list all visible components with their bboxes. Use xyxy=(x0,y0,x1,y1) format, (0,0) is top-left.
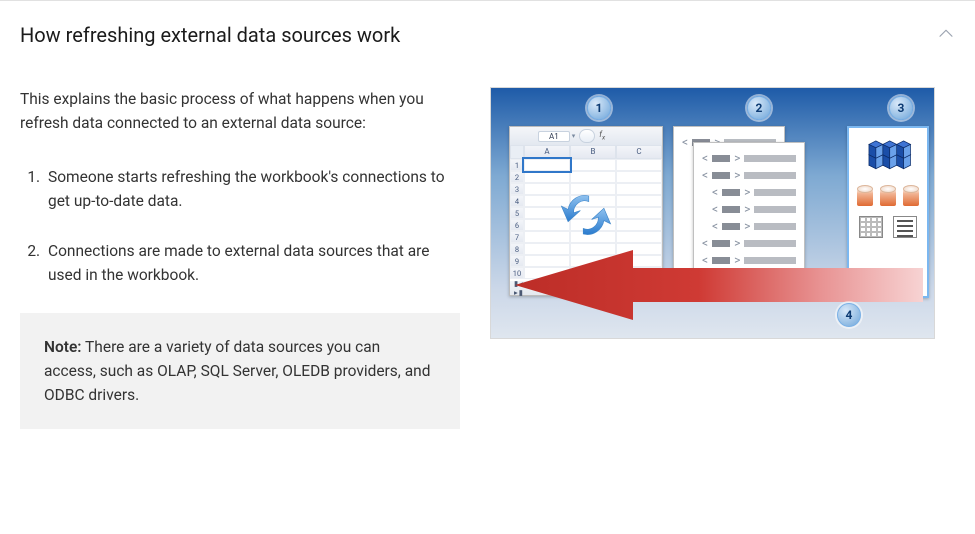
spreadsheet-icon: A1 ▾ fx A B C 12345678910 xyxy=(509,126,663,296)
sheet-tab: Sheet2 xyxy=(596,283,633,293)
section-heading: How refreshing external data sources wor… xyxy=(20,23,400,47)
callout-badge-4: 4 xyxy=(837,303,861,327)
help-article-section: How refreshing external data sources wor… xyxy=(0,0,975,534)
chevron-up-icon[interactable] xyxy=(937,25,955,47)
table-source-icon xyxy=(859,216,883,238)
refresh-process-diagram: 1 2 3 A1 ▾ fx A B C 12345678910 xyxy=(490,87,935,339)
sheet-tab: Sheet1 xyxy=(557,283,594,293)
database-icon xyxy=(903,188,919,206)
note-label: Note: xyxy=(44,338,82,356)
article-text-column: This explains the basic process of what … xyxy=(20,87,460,429)
note-body: There are a variety of data sources you … xyxy=(44,338,430,404)
database-icon xyxy=(857,188,873,206)
note-callout: Note: There are a variety of data source… xyxy=(20,313,460,429)
callout-badge-1: 1 xyxy=(587,96,611,120)
col-header: B xyxy=(570,145,616,159)
refresh-arrows-icon xyxy=(558,187,614,243)
step-item: Someone starts refreshing the workbook's… xyxy=(44,165,460,213)
sheet-tab: She xyxy=(635,283,662,293)
steps-list: Someone starts refreshing the workbook's… xyxy=(20,165,460,287)
callout-badge-3: 3 xyxy=(889,96,913,120)
database-icons-row xyxy=(849,188,927,206)
step-item: Connections are made to external data so… xyxy=(44,239,460,287)
name-box: A1 xyxy=(538,131,570,142)
list-source-icon xyxy=(893,216,917,238)
col-header: C xyxy=(616,145,662,159)
intro-paragraph: This explains the basic process of what … xyxy=(20,87,460,135)
database-icon xyxy=(880,188,896,206)
olap-cube-icon xyxy=(862,134,914,178)
connection-files-icon: <> <> <> <> <> <> <> <> xyxy=(673,126,833,294)
section-header-row[interactable]: How refreshing external data sources wor… xyxy=(20,23,955,87)
data-sources-icon xyxy=(847,126,929,298)
callout-badge-2: 2 xyxy=(747,96,771,120)
col-header: A xyxy=(524,145,570,159)
